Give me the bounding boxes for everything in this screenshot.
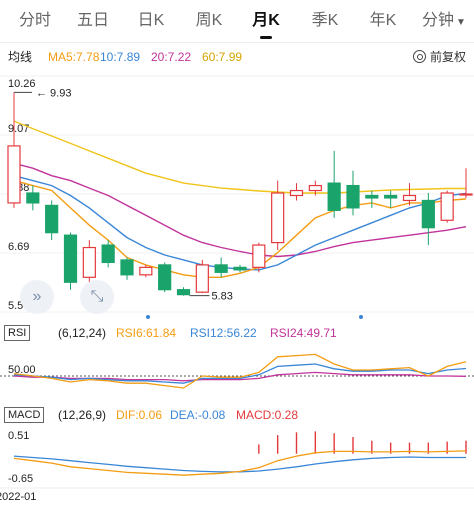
ma-title: 均线 <box>8 50 33 64</box>
macd-axis-bottom: -0.65 <box>8 473 33 485</box>
price-adjust-toggle[interactable]: 前复权 <box>412 46 466 68</box>
dea-line <box>13 455 466 473</box>
candle-body <box>421 199 435 229</box>
ma10-value: 10:7.89 <box>100 50 141 64</box>
candle-body <box>63 234 78 283</box>
candlestick-chart[interactable]: 10.269.077.886.695.50← 9.935.83 <box>0 68 474 320</box>
ma60-value: 60:7.99 <box>202 50 243 64</box>
period-tab-bar: 分时 五日 日K 周K 月K 季K 年K 分钟 ▼ <box>0 0 474 43</box>
tab-minute-label: 分钟 <box>422 12 455 29</box>
candle-body <box>384 194 398 199</box>
macd-indicator-select[interactable]: MACD <box>4 407 45 423</box>
active-tab-indicator <box>260 36 272 39</box>
ma-legend: 均线 MA5:7.78 10:7.89 20:7.22 60:7.99 <box>0 46 474 68</box>
rsi-header: RSI (6,12,24) RSI6:61.84 RSI12:56.22 RSI… <box>0 324 474 342</box>
candle-body <box>271 192 285 244</box>
candle-body <box>365 194 379 199</box>
candle-body <box>459 193 473 196</box>
macd-chart: 0.51 -0.65 2022-01 <box>0 430 474 503</box>
expand-chart-button[interactable]: ⤡ <box>80 280 114 314</box>
ma20-value: 20:7.22 <box>151 50 192 64</box>
candle-body <box>402 194 417 202</box>
double-chevron-right-icon: » <box>32 288 42 305</box>
y-tick-label: 9.07 <box>8 123 29 135</box>
dea-value: DEA:-0.08 <box>170 408 226 422</box>
tab-five-day[interactable]: 五日 <box>70 0 116 42</box>
candle-body <box>158 264 172 291</box>
caret-down-icon: ▼ <box>456 17 466 28</box>
candle-body <box>195 264 209 293</box>
candle-body <box>82 246 96 278</box>
candle-body <box>214 264 228 273</box>
rsi6-value: RSI6:61.84 <box>116 326 177 340</box>
candle-body <box>176 289 191 296</box>
rsi-indicator-select[interactable]: RSI <box>4 325 31 341</box>
rsi-chart: 50.00 <box>0 353 474 389</box>
ma60-line <box>13 120 466 194</box>
ma5-line <box>13 179 467 278</box>
candle-body <box>252 244 266 268</box>
tab-quarterly-k[interactable]: 季K <box>302 0 348 42</box>
macd-value: MACD:0.28 <box>236 408 299 422</box>
settings-icon <box>412 50 426 64</box>
candle-body <box>233 266 247 271</box>
candle-body <box>45 204 59 234</box>
rsi24-value: RSI24:49.71 <box>270 326 337 340</box>
tab-daily-k[interactable]: 日K <box>128 0 174 42</box>
ma5-value: MA5:7.78 <box>48 50 100 64</box>
expand-arrows-icon: ⤡ <box>90 288 104 305</box>
tab-minute[interactable]: 分钟 ▼ <box>416 0 472 42</box>
candle-body <box>7 145 21 204</box>
candle-body <box>26 192 40 204</box>
candle-body <box>101 244 115 264</box>
candle-body <box>308 184 322 192</box>
scroll-forward-button[interactable]: » <box>20 280 54 314</box>
macd-axis-top: 0.51 <box>8 430 29 442</box>
dif-line <box>13 450 467 476</box>
candle-body <box>346 184 360 209</box>
y-tick-label: 10.26 <box>8 78 36 90</box>
rsi6-line <box>13 353 467 389</box>
candle-body <box>440 192 454 221</box>
y-tick-label: 6.69 <box>8 241 29 253</box>
tab-yearly-k[interactable]: 年K <box>360 0 406 42</box>
tab-intraday[interactable]: 分时 <box>12 0 58 42</box>
candle-body <box>327 182 341 211</box>
max-price-marker: ← 9.93 <box>36 87 71 99</box>
x-axis-start-date: 2022-01 <box>0 491 36 503</box>
macd-params: (12,26,9) <box>58 408 107 422</box>
price-adjust-label: 前复权 <box>429 50 466 64</box>
period-marker-dot <box>359 315 363 319</box>
candle-body <box>289 189 304 197</box>
ma20-line <box>13 162 467 258</box>
dif-value: DIF:0.06 <box>116 408 163 422</box>
candle-body <box>139 266 153 276</box>
min-price-marker: 5.83 <box>212 291 233 303</box>
candle-body <box>120 259 134 276</box>
rsi12-value: RSI12:56.22 <box>190 326 257 340</box>
tab-weekly-k[interactable]: 周K <box>186 0 232 42</box>
period-marker-dot <box>146 315 150 319</box>
rsi-params: (6,12,24) <box>58 326 107 340</box>
macd-header: MACD (12,26,9) DIF:0.06 DEA:-0.08 MACD:0… <box>0 406 474 424</box>
